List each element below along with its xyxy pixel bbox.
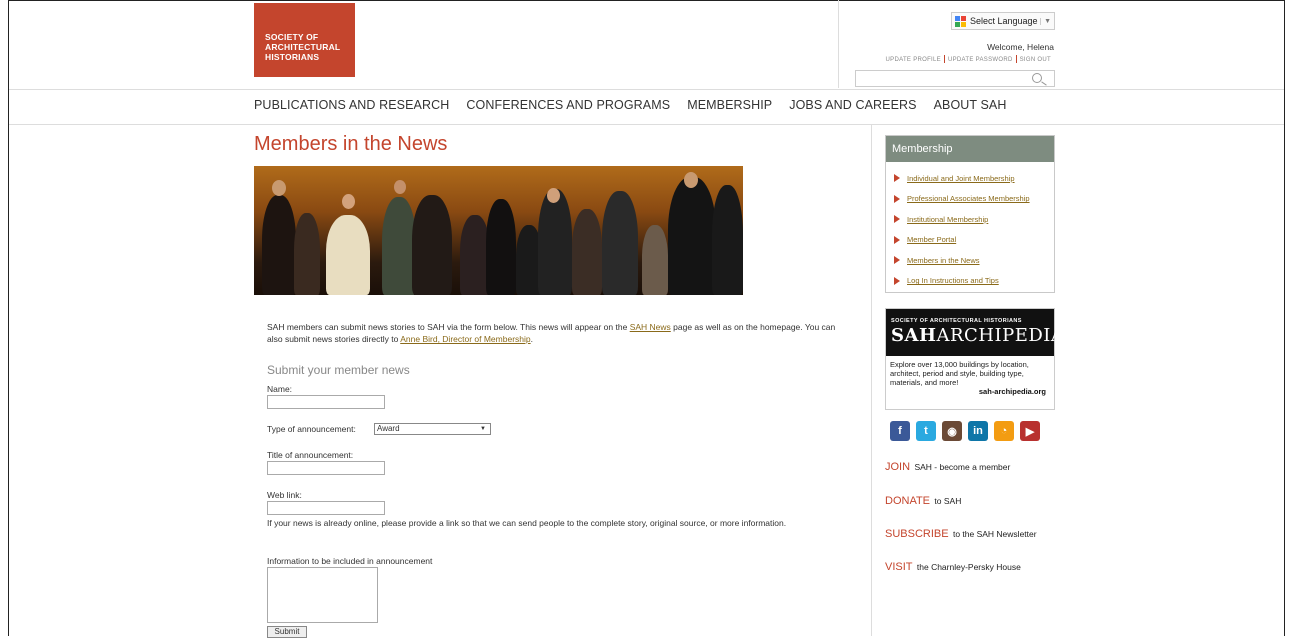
main-nav: PUBLICATIONS AND RESEARCH CONFERENCES AN… bbox=[254, 98, 1024, 112]
rss-icon[interactable]: ◔ bbox=[994, 421, 1014, 441]
weblink-label: Web link: bbox=[267, 490, 302, 500]
logo-line-2: ARCHITECTURAL bbox=[265, 42, 341, 52]
google-translate-icon bbox=[955, 15, 966, 27]
cta-text: the Charnley-Persky House bbox=[916, 562, 1021, 572]
cta-text: to SAH bbox=[934, 496, 962, 506]
account-links: UPDATE PROFILE UPDATE PASSWORD SIGN OUT bbox=[883, 55, 1054, 63]
nav-border-top bbox=[9, 89, 1284, 90]
membership-links: Individual and Joint Membership Professi… bbox=[886, 162, 1054, 291]
cta-text: to the SAH Newsletter bbox=[952, 529, 1037, 539]
sidebar-link[interactable]: Professional Associates Membership bbox=[907, 194, 1030, 203]
arrow-icon bbox=[894, 174, 900, 183]
archipedia-description: Explore over 13,000 buildings by locatio… bbox=[890, 360, 1029, 387]
info-textarea[interactable] bbox=[267, 567, 378, 623]
browser-frame bbox=[8, 0, 1285, 636]
cta-subscribe[interactable]: SUBSCRIBE to the SAH Newsletter bbox=[885, 528, 1037, 540]
info-label: Information to be included in announceme… bbox=[267, 556, 433, 566]
intro-text-part: . bbox=[530, 334, 533, 344]
sidebar-link[interactable]: Individual and Joint Membership bbox=[907, 174, 1015, 183]
language-label: Select Language bbox=[970, 16, 1038, 26]
weblink-help: If your news is already online, please p… bbox=[267, 518, 787, 528]
intro-text-part: SAH members can submit news stories to S… bbox=[267, 322, 628, 332]
type-select-value: Award bbox=[377, 424, 400, 433]
search-input[interactable] bbox=[855, 70, 1055, 87]
archipedia-header: SOCIETY OF ARCHITECTURAL HISTORIANS SAHA… bbox=[886, 309, 1064, 356]
membership-title: Membership bbox=[886, 136, 1054, 162]
nav-item-conferences[interactable]: CONFERENCES AND PROGRAMS bbox=[466, 98, 670, 112]
archipedia-url: sah-archipedia.org bbox=[978, 387, 1046, 396]
nav-item-about[interactable]: ABOUT SAH bbox=[934, 98, 1007, 112]
nav-item-membership[interactable]: MEMBERSHIP bbox=[687, 98, 772, 112]
type-label: Type of announcement: bbox=[267, 424, 356, 434]
membership-box: Membership Individual and Joint Membersh… bbox=[885, 135, 1055, 293]
cta-text: SAH - become a member bbox=[914, 462, 1011, 472]
sidebar-divider bbox=[871, 125, 872, 636]
cta-key: DONATE bbox=[885, 495, 931, 507]
sidebar-item-professional: Professional Associates Membership bbox=[894, 189, 1054, 210]
title-label: Title of announcement: bbox=[267, 450, 354, 460]
arrow-icon bbox=[894, 194, 900, 203]
site-logo[interactable]: SOCIETY OF ARCHITECTURAL HISTORIANS bbox=[254, 3, 355, 77]
facebook-icon[interactable]: f bbox=[890, 421, 910, 441]
social-icons: f t ◉ in ◔ ▶ bbox=[890, 421, 1040, 441]
update-password-link[interactable]: UPDATE PASSWORD bbox=[945, 57, 1016, 63]
nav-item-publications[interactable]: PUBLICATIONS AND RESEARCH bbox=[254, 98, 449, 112]
cta-visit[interactable]: VISIT the Charnley-Persky House bbox=[885, 561, 1021, 573]
twitter-icon[interactable]: t bbox=[916, 421, 936, 441]
chevron-down-icon: ▼ bbox=[1040, 17, 1054, 25]
archipedia-brand-bold: SAH bbox=[891, 325, 937, 346]
form-title: Submit your member news bbox=[267, 363, 410, 377]
logo-line-1: SOCIETY OF bbox=[265, 32, 319, 42]
sidebar-item-individual: Individual and Joint Membership bbox=[894, 168, 1054, 189]
hero-image bbox=[254, 166, 743, 295]
submit-button[interactable]: Submit bbox=[267, 626, 307, 638]
weblink-field[interactable] bbox=[267, 501, 385, 515]
search-icon[interactable] bbox=[1032, 73, 1042, 83]
title-field[interactable] bbox=[267, 461, 385, 475]
logo-line-3: HISTORIANS bbox=[265, 52, 320, 62]
anne-bird-link[interactable]: Anne Bird, Director of Membership bbox=[400, 334, 530, 344]
type-select[interactable]: Award ▼ bbox=[374, 423, 491, 435]
archipedia-org: SOCIETY OF ARCHITECTURAL HISTORIANS bbox=[891, 318, 1022, 324]
language-select[interactable]: Select Language ▼ bbox=[951, 12, 1055, 30]
arrow-icon bbox=[894, 256, 900, 265]
sah-news-link[interactable]: SAH News bbox=[630, 322, 671, 332]
archipedia-logo: SAHARCHIPEDIA bbox=[891, 325, 1064, 346]
arrow-icon bbox=[894, 235, 900, 244]
nav-item-jobs[interactable]: JOBS AND CAREERS bbox=[789, 98, 916, 112]
name-label: Name: bbox=[267, 384, 293, 394]
sidebar-item-login: Log In Instructions and Tips bbox=[894, 271, 1054, 292]
youtube-icon[interactable]: ▶ bbox=[1020, 421, 1040, 441]
sidebar-item-news: Members in the News bbox=[894, 250, 1054, 271]
sidebar-item-portal: Member Portal bbox=[894, 230, 1054, 251]
instagram-icon[interactable]: ◉ bbox=[942, 421, 962, 441]
header-divider bbox=[838, 0, 839, 88]
sidebar-item-institutional: Institutional Membership bbox=[894, 209, 1054, 230]
sidebar-link[interactable]: Member Portal bbox=[907, 235, 956, 244]
arrow-icon bbox=[894, 276, 900, 285]
sidebar-link[interactable]: Log In Instructions and Tips bbox=[907, 276, 999, 285]
sign-out-link[interactable]: SIGN OUT bbox=[1017, 57, 1054, 63]
cta-key: SUBSCRIBE bbox=[885, 528, 949, 540]
update-profile-link[interactable]: UPDATE PROFILE bbox=[883, 57, 944, 63]
sidebar-link[interactable]: Members in the News bbox=[907, 256, 980, 265]
nav-border-bottom bbox=[9, 124, 1284, 125]
cta-join[interactable]: JOIN SAH - become a member bbox=[885, 461, 1010, 473]
linkedin-icon[interactable]: in bbox=[968, 421, 988, 441]
welcome-text: Welcome, Helena bbox=[987, 42, 1054, 52]
cta-key: JOIN bbox=[885, 461, 911, 473]
cta-donate[interactable]: DONATE to SAH bbox=[885, 495, 961, 507]
archipedia-banner[interactable]: SOCIETY OF ARCHITECTURAL HISTORIANS SAHA… bbox=[885, 308, 1064, 410]
sidebar-link[interactable]: Institutional Membership bbox=[907, 215, 988, 224]
chevron-down-icon: ▼ bbox=[480, 426, 486, 432]
arrow-icon bbox=[894, 215, 900, 224]
cta-key: VISIT bbox=[885, 561, 913, 573]
name-field[interactable] bbox=[267, 395, 385, 409]
intro-text: SAH members can submit news stories to S… bbox=[267, 321, 847, 345]
archipedia-brand-light: ARCHIPEDIA bbox=[936, 325, 1065, 346]
page-title: Members in the News bbox=[254, 133, 448, 155]
